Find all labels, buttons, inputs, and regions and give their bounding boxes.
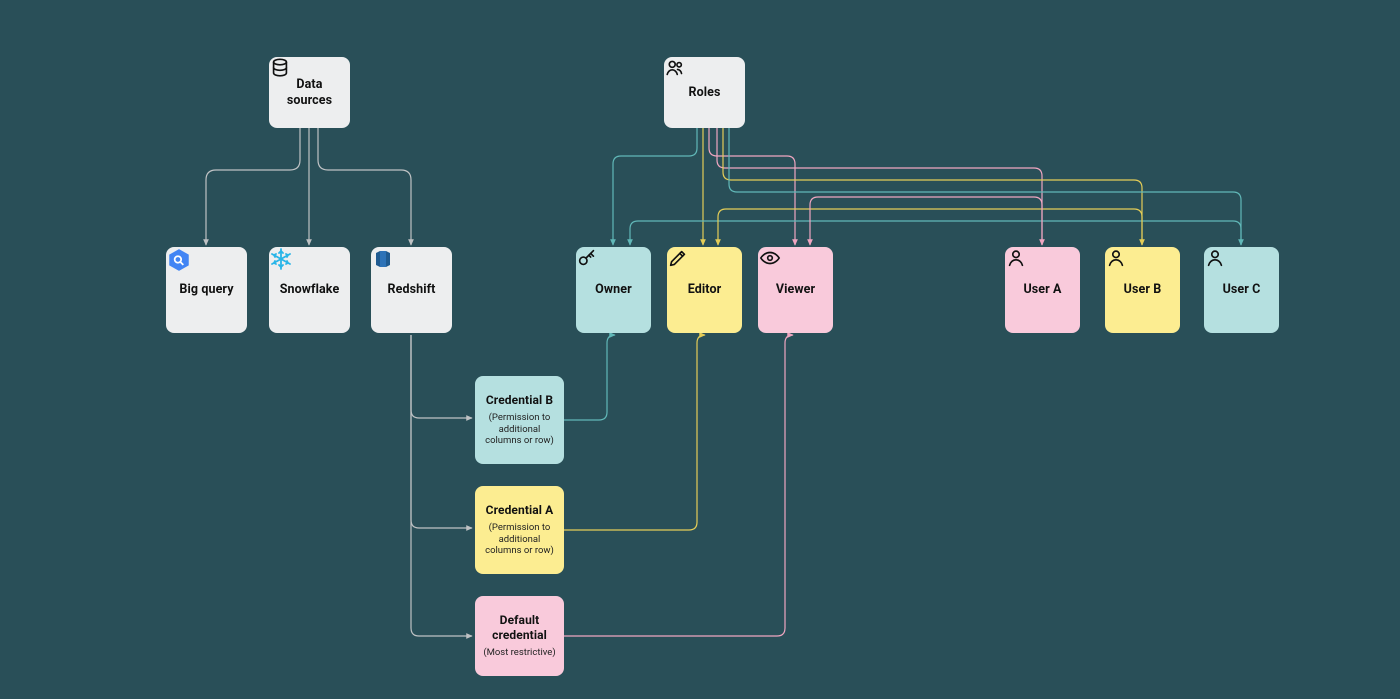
node-roles: Roles [664,57,745,128]
node-viewer: Viewer [758,247,833,333]
label: Redshift [387,282,435,298]
sublabel: (Most restrictive) [483,647,555,659]
label: User C [1223,282,1261,298]
sublabel: (Permission to additional columns or row… [481,522,558,558]
node-credential-a: Credential A (Permission to additional c… [475,486,564,574]
node-user-c: User C [1204,247,1279,333]
node-editor: Editor [667,247,742,333]
node-data-sources: Data sources [269,57,350,128]
label: Default credential [481,613,558,643]
node-user-a: User A [1005,247,1080,333]
label: Owner [595,282,632,298]
label: Credential A [486,503,554,518]
node-owner: Owner [576,247,651,333]
label: Snowflake [280,282,340,298]
label: User A [1023,282,1061,298]
label: Roles [688,85,720,101]
node-credential-default: Default credential (Most restrictive) [475,596,564,676]
label: Viewer [776,282,815,298]
label: Big query [179,282,233,298]
node-credential-b: Credential B (Permission to additional c… [475,376,564,464]
label: User B [1124,282,1162,298]
sublabel: (Permission to additional columns or row… [481,412,558,448]
label: Editor [688,282,722,298]
node-snowflake: Snowflake [269,247,350,333]
node-bigquery: Big query [166,247,247,333]
label: Credential B [486,393,553,408]
node-user-b: User B [1105,247,1180,333]
node-redshift: Redshift [371,247,452,333]
label: Data sources [275,77,344,108]
